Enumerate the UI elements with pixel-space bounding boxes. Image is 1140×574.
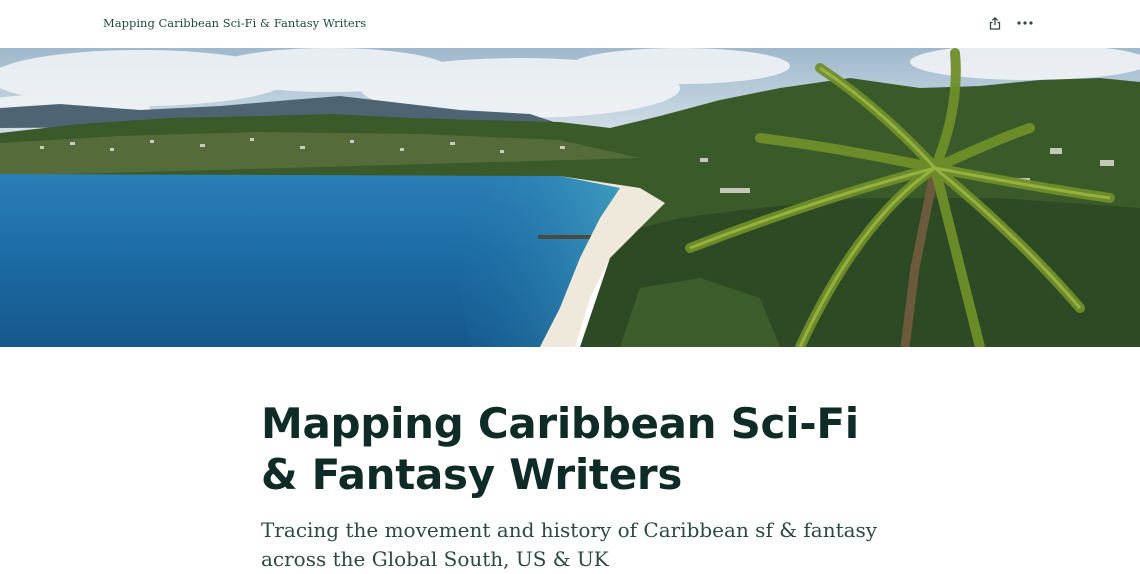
share-button[interactable] <box>986 14 1004 32</box>
site-title[interactable]: Mapping Caribbean Sci-Fi & Fantasy Write… <box>103 16 366 30</box>
hero-landscape <box>0 48 1140 347</box>
more-options-button[interactable] <box>1014 14 1036 32</box>
top-bar: Mapping Caribbean Sci-Fi & Fantasy Write… <box>0 0 1140 48</box>
share-icon <box>989 16 1001 30</box>
hero-image <box>0 48 1140 347</box>
page-subtitle: Tracing the movement and history of Cari… <box>261 518 878 571</box>
more-options-icon <box>1017 21 1033 25</box>
page-title: Mapping Caribbean Sci-Fi & Fantasy Write… <box>261 399 859 499</box>
